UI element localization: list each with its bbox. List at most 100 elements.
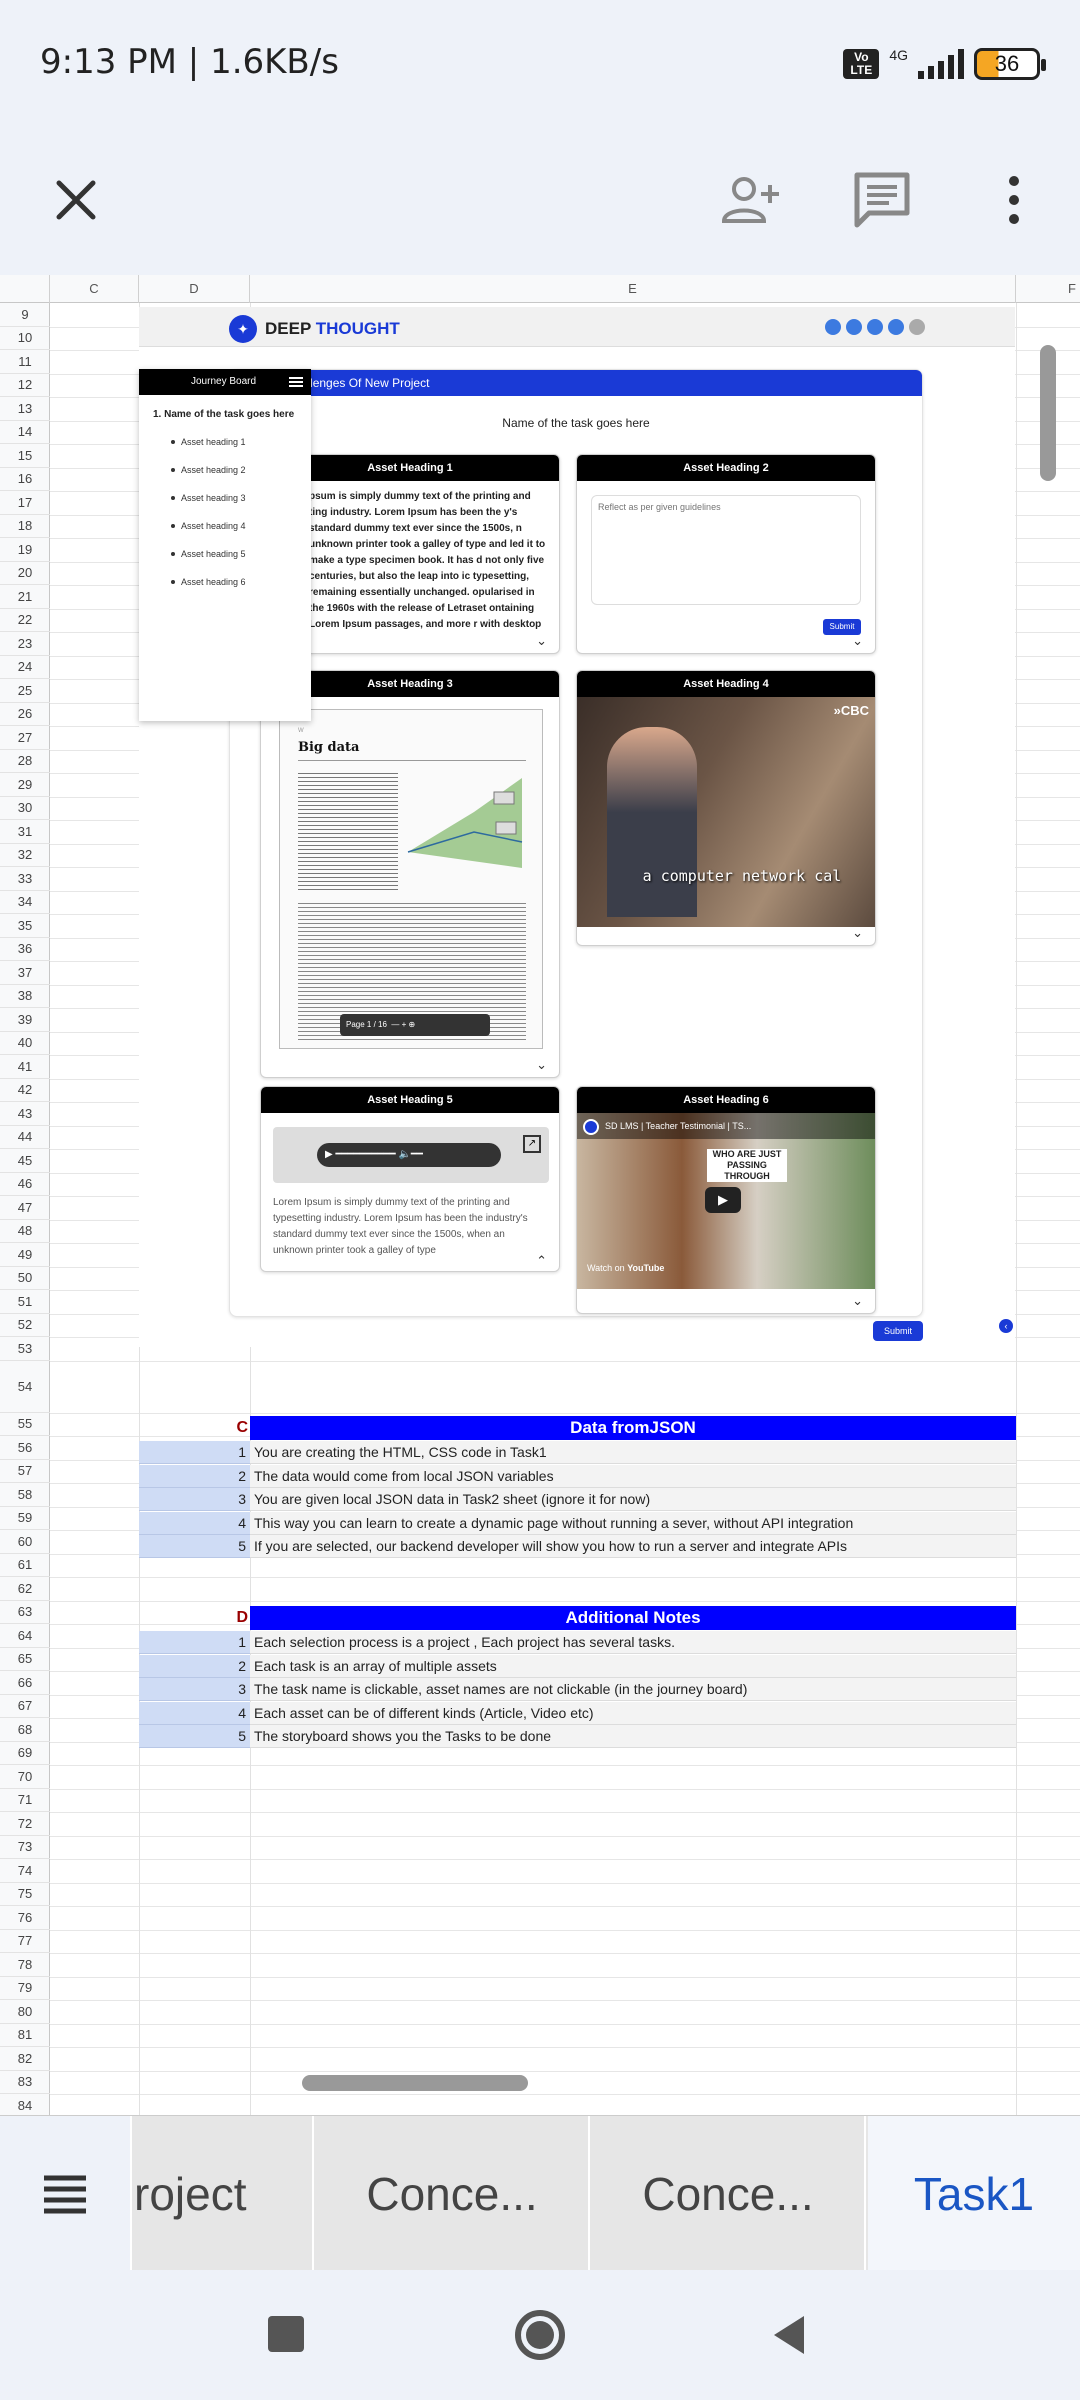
close-icon[interactable] — [36, 160, 116, 240]
row-number[interactable]: 18 — [0, 515, 50, 538]
column-f[interactable]: F — [1016, 275, 1080, 303]
row-number[interactable]: 11 — [0, 350, 50, 374]
row-number[interactable]: 76 — [0, 1906, 50, 1930]
youtube-embed[interactable]: SD LMS | Teacher Testimonial | TS... WHO… — [577, 1113, 875, 1289]
chevron-down-icon[interactable]: ⌄ — [852, 1293, 863, 1309]
row-number[interactable]: 28 — [0, 750, 50, 773]
row-number[interactable]: 46 — [0, 1173, 50, 1196]
audio-player[interactable]: ▶ ━━━━━━━━━━ 🔈━━ ↗ — [273, 1127, 549, 1183]
chevron-down-icon[interactable]: ⌄ — [852, 925, 863, 941]
recents-button[interactable] — [268, 2316, 304, 2352]
pdf-page-controls[interactable]: Page 1 / 16 — + ⊕ — [340, 1014, 490, 1036]
submit-main-button[interactable]: Submit — [873, 1321, 923, 1341]
column-c[interactable]: C — [50, 275, 139, 303]
row-number[interactable]: 79 — [0, 1977, 50, 2000]
row-number[interactable]: 80 — [0, 2000, 50, 2024]
row-number[interactable]: 13 — [0, 397, 50, 421]
row-number[interactable]: 48 — [0, 1220, 50, 1243]
tab-concept-1[interactable]: Conce... — [316, 2116, 590, 2271]
chevron-left-icon[interactable]: ‹ — [999, 1319, 1013, 1333]
row-number[interactable]: 53 — [0, 1337, 50, 1361]
row-number[interactable]: 55 — [0, 1413, 50, 1436]
spreadsheet-grid[interactable]: C D E F 9 10 11 12 13 14 15 16 17 18 19 20 21 22 23 24 2… — [0, 275, 1080, 2115]
row-number[interactable]: 10 — [0, 327, 50, 350]
row-number[interactable]: 23 — [0, 632, 50, 656]
row-number[interactable]: 57 — [0, 1460, 50, 1483]
reflection-textarea[interactable] — [591, 495, 861, 605]
row-number[interactable]: 72 — [0, 1812, 50, 1836]
row-number[interactable]: 47 — [0, 1196, 50, 1220]
audio-controls[interactable]: ▶ ━━━━━━━━━━ 🔈━━ — [317, 1143, 501, 1167]
row-number[interactable]: 36 — [0, 938, 50, 961]
menu-icon[interactable] — [289, 377, 303, 387]
journey-task-link[interactable]: 1. Name of the task goes here — [139, 395, 311, 420]
row-number[interactable]: 64 — [0, 1624, 50, 1648]
row-index-cell[interactable]: 2 — [139, 1464, 250, 1488]
row-number[interactable]: 58 — [0, 1483, 50, 1507]
vertical-scrollbar[interactable] — [1040, 345, 1056, 481]
row-number[interactable]: 43 — [0, 1102, 50, 1126]
row-number[interactable]: 59 — [0, 1507, 50, 1530]
row-number[interactable]: 25 — [0, 679, 50, 703]
chevron-up-icon[interactable]: ⌃ — [536, 1253, 547, 1269]
row-number[interactable]: 71 — [0, 1789, 50, 1812]
row-number[interactable]: 51 — [0, 1290, 50, 1314]
row-number[interactable]: 81 — [0, 2024, 50, 2047]
row-number[interactable]: 34 — [0, 891, 50, 914]
more-vert-icon[interactable] — [974, 160, 1054, 240]
row-index-cell[interactable]: 4 — [139, 1511, 250, 1535]
row-index-cell[interactable]: 5 — [139, 1535, 250, 1558]
home-button[interactable] — [515, 2310, 565, 2360]
tab-task1[interactable]: Task1 — [868, 2116, 1080, 2271]
tab-project[interactable]: roject — [134, 2116, 314, 2271]
row-number[interactable]: 20 — [0, 562, 50, 585]
row-number[interactable]: 68 — [0, 1718, 50, 1742]
row-index-cell[interactable]: 2 — [139, 1654, 250, 1678]
note-cell[interactable]: Each task is an array of multiple assets — [250, 1654, 1016, 1678]
back-button[interactable] — [770, 2314, 806, 2361]
row-number[interactable]: 14 — [0, 421, 50, 444]
row-number[interactable]: 16 — [0, 468, 50, 491]
note-cell[interactable]: Each asset can be of different kinds (Ar… — [250, 1701, 1016, 1725]
column-e[interactable]: E — [250, 275, 1016, 303]
row-number[interactable]: 61 — [0, 1554, 50, 1577]
row-number[interactable]: 49 — [0, 1243, 50, 1267]
row-number[interactable]: 54 — [0, 1361, 50, 1413]
row-number[interactable]: 56 — [0, 1436, 50, 1460]
row-number[interactable]: 9 — [0, 303, 50, 327]
note-cell[interactable]: The data would come from local JSON vari… — [250, 1464, 1016, 1488]
open-external-icon[interactable]: ↗ — [523, 1135, 541, 1153]
row-number[interactable]: 33 — [0, 867, 50, 891]
tab-concept-2[interactable]: Conce... — [592, 2116, 866, 2271]
watch-on-youtube[interactable]: Watch on YouTube — [587, 1263, 664, 1273]
row-number[interactable]: 50 — [0, 1267, 50, 1290]
row-number[interactable]: 84 — [0, 2094, 50, 2115]
row-index-cell[interactable]: 5 — [139, 1725, 250, 1748]
chevron-down-icon[interactable]: ⌄ — [536, 1057, 547, 1073]
row-number[interactable]: 44 — [0, 1126, 50, 1149]
comment-icon[interactable] — [842, 160, 922, 240]
row-number[interactable]: 45 — [0, 1149, 50, 1173]
row-number[interactable]: 60 — [0, 1530, 50, 1554]
row-number[interactable]: 19 — [0, 538, 50, 562]
embedded-design-image[interactable]: ✦ DEEP THOUGHT ing Challenges Of New Pro… — [139, 307, 1015, 1347]
note-cell[interactable]: You are given local JSON data in Task2 s… — [250, 1488, 1016, 1511]
row-index-cell[interactable]: 1 — [139, 1631, 250, 1654]
row-number[interactable]: 52 — [0, 1314, 50, 1337]
chevron-down-icon[interactable]: ⌄ — [852, 633, 863, 649]
row-number[interactable]: 29 — [0, 773, 50, 797]
note-cell[interactable]: Each selection process is a project , Ea… — [250, 1631, 1016, 1654]
note-cell[interactable]: You are creating the HTML, CSS code in T… — [250, 1441, 1016, 1464]
note-cell[interactable]: The task name is clickable, asset names … — [250, 1678, 1016, 1701]
sheets-menu-icon[interactable] — [0, 2116, 132, 2271]
row-number[interactable]: 74 — [0, 1859, 50, 1883]
row-number[interactable]: 37 — [0, 961, 50, 985]
play-icon[interactable]: ▶ — [705, 1187, 741, 1213]
row-number[interactable]: 38 — [0, 985, 50, 1008]
row-number[interactable]: 42 — [0, 1079, 50, 1102]
row-number[interactable]: 26 — [0, 703, 50, 726]
row-number[interactable]: 24 — [0, 656, 50, 679]
row-number[interactable]: 70 — [0, 1765, 50, 1789]
note-cell[interactable]: This way you can learn to create a dynam… — [250, 1511, 1016, 1535]
row-index-cell[interactable]: 1 — [139, 1441, 250, 1464]
